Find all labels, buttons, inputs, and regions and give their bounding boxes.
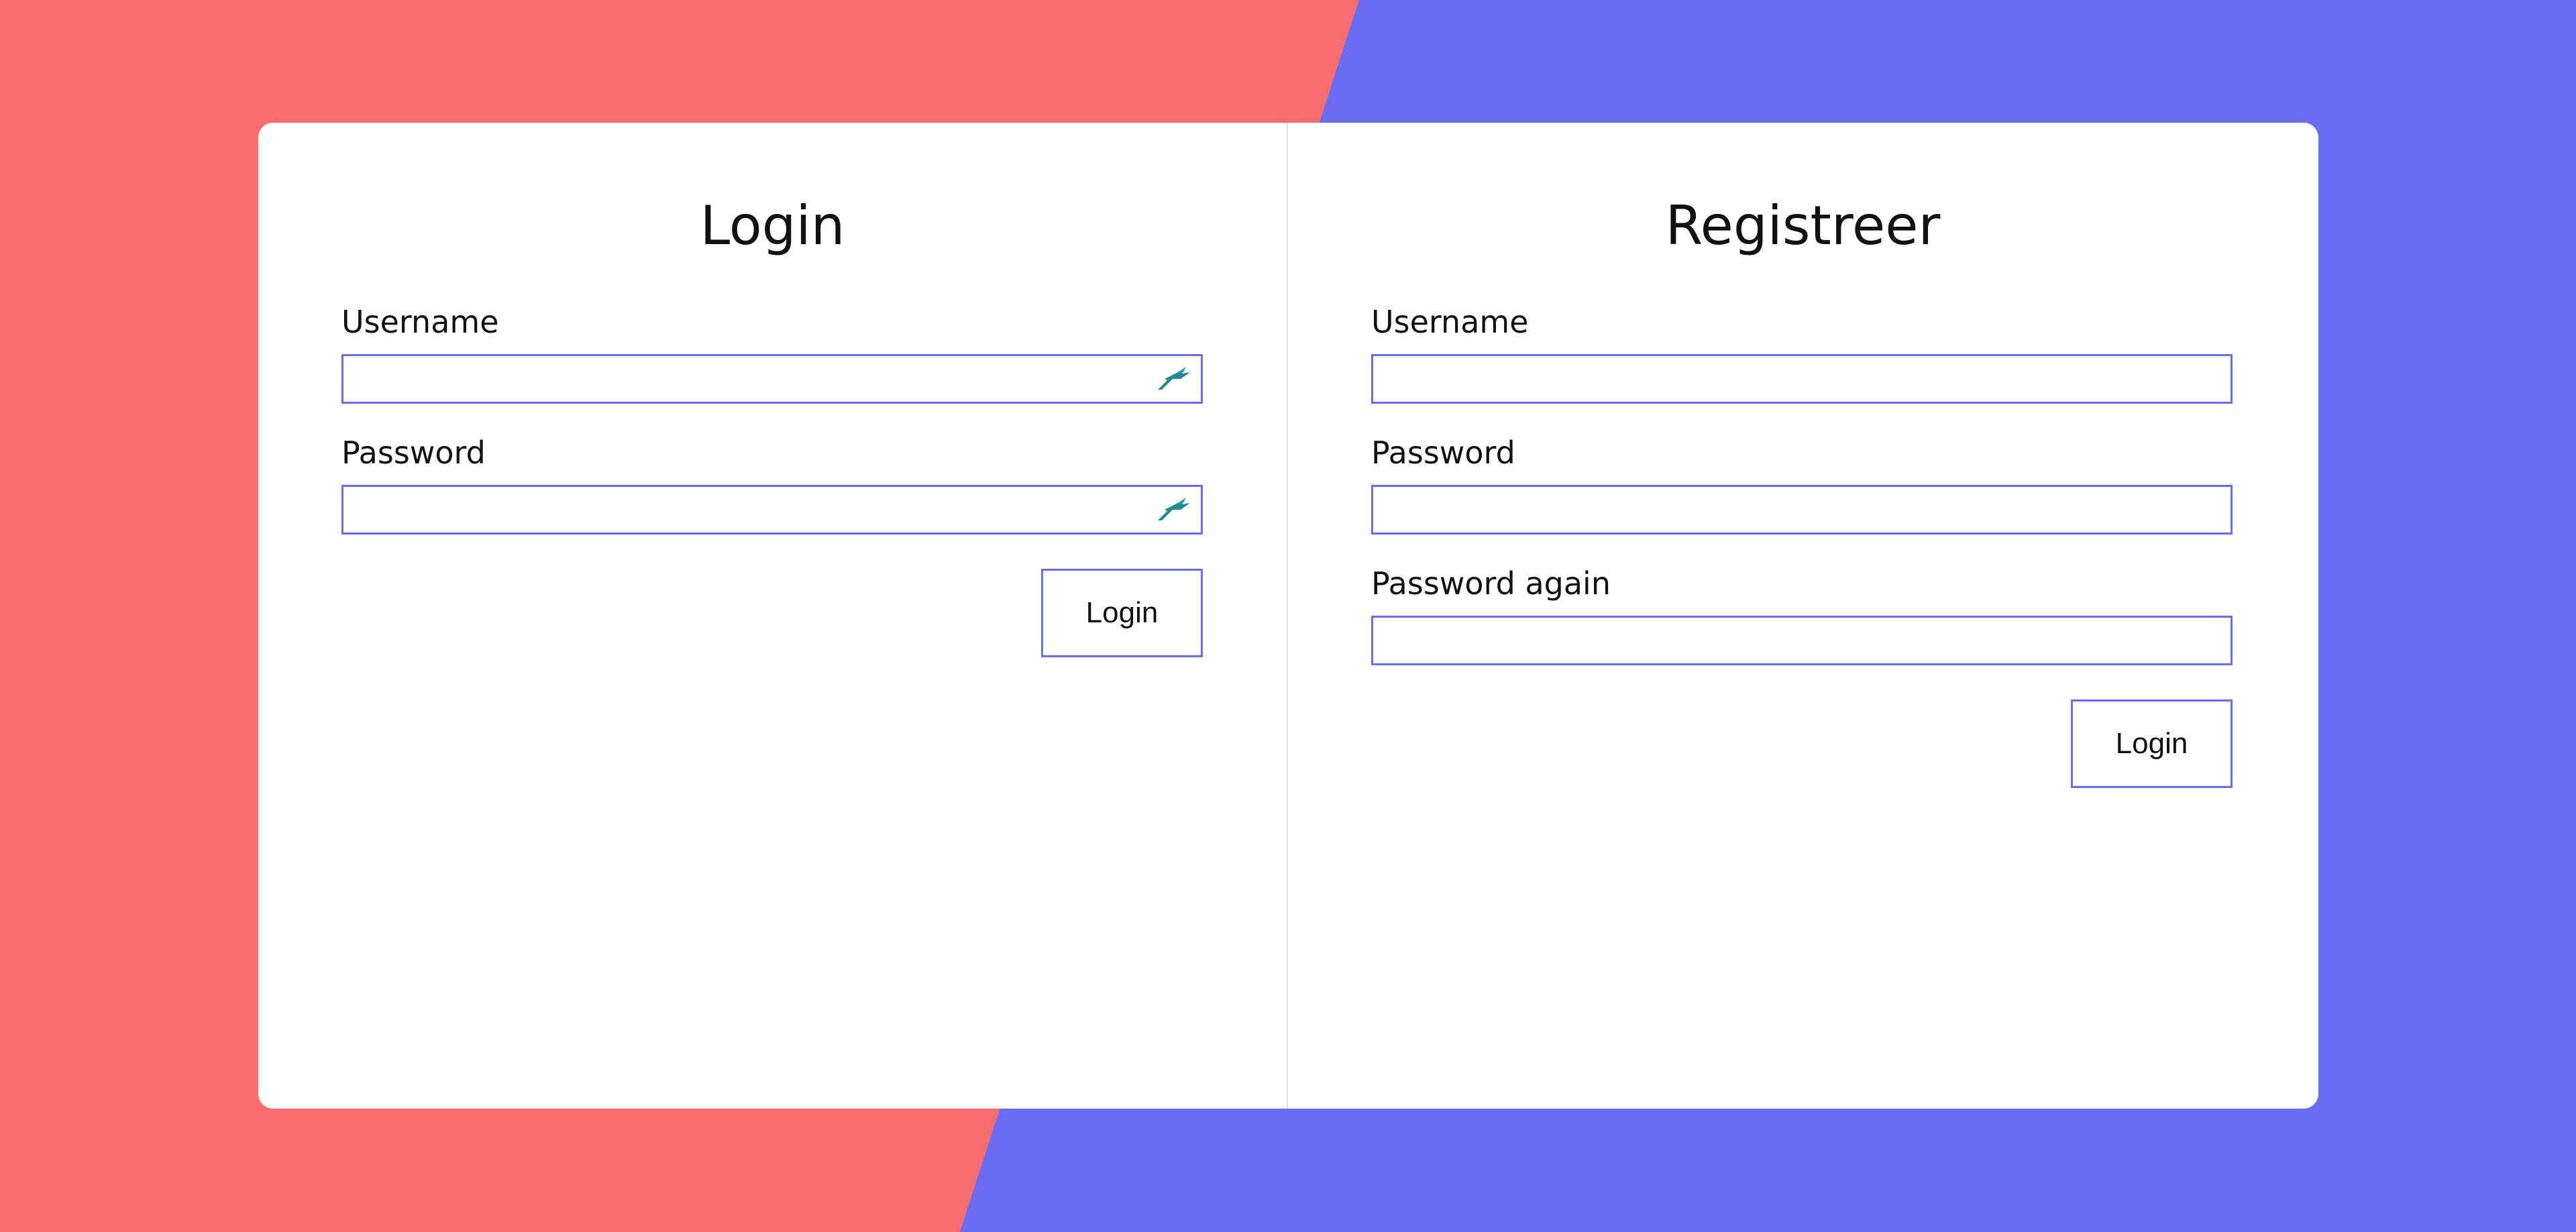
login-username-input[interactable]	[341, 354, 1203, 404]
password-manager-icon[interactable]	[1155, 495, 1194, 524]
register-panel: Registreer Username Password Password ag…	[1288, 123, 2318, 1109]
register-submit-button[interactable]: Login	[2071, 699, 2233, 788]
login-submit-button[interactable]: Login	[1041, 569, 1203, 657]
password-manager-icon[interactable]	[1155, 364, 1194, 394]
login-password-label: Password	[341, 435, 486, 471]
login-panel: Login Username Password Login	[258, 123, 1288, 1109]
register-password-again-input[interactable]	[1371, 616, 2233, 665]
register-username-input[interactable]	[1371, 354, 2233, 404]
login-username-label: Username	[341, 304, 499, 340]
register-password-input[interactable]	[1371, 485, 2233, 535]
register-title: Registreer	[1665, 194, 1941, 257]
login-title: Login	[700, 194, 845, 257]
login-password-input[interactable]	[341, 485, 1203, 535]
auth-card: Login Username Password Login Registreer…	[258, 123, 2318, 1109]
register-password-label: Password	[1371, 435, 1515, 471]
register-password-again-label: Password again	[1371, 565, 1611, 602]
register-username-label: Username	[1371, 304, 1529, 340]
